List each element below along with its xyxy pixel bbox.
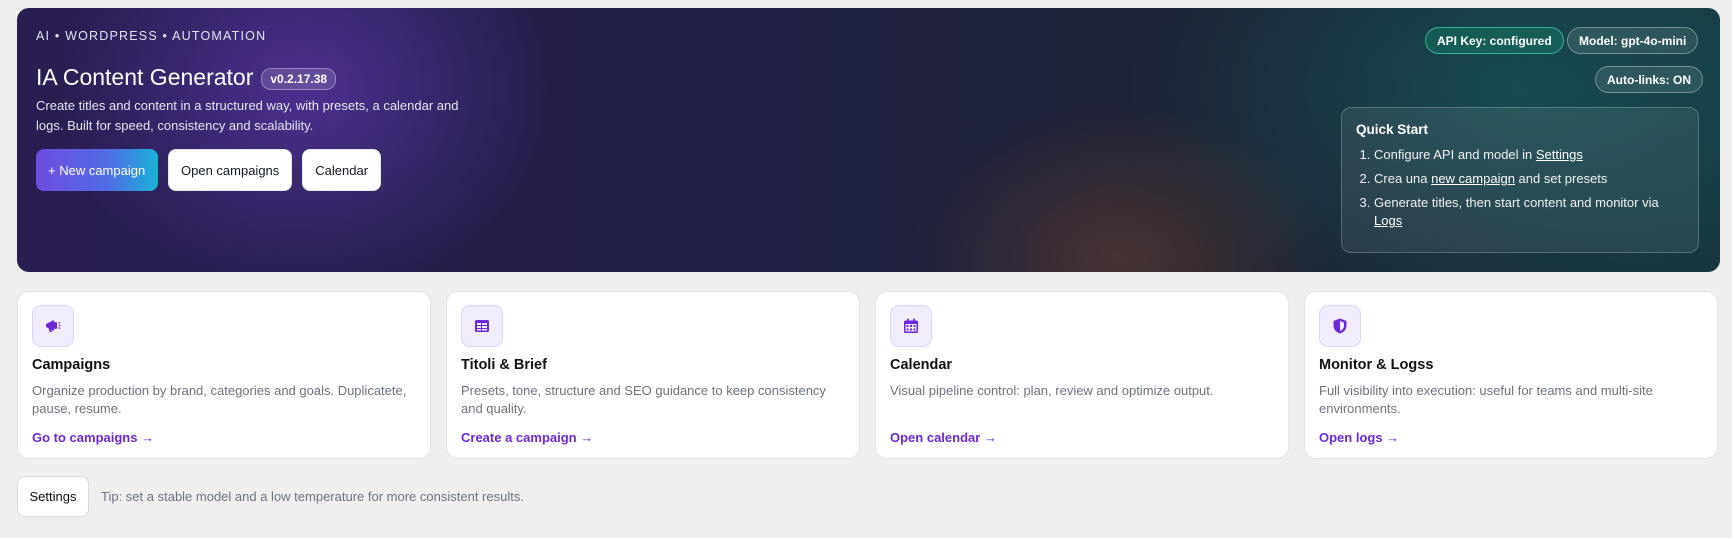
card-description: Presets, tone, structure and SEO guidanc…	[461, 383, 826, 416]
quick-start-step: Generate titles, then start content and …	[1374, 194, 1684, 230]
open-calendar-link[interactable]: Open calendar →	[890, 430, 997, 445]
quick-start-step: Crea una new campaign and set presets	[1374, 170, 1684, 188]
hero-title-row: IA Content Generator v0.2.17.38	[36, 64, 337, 91]
titles-brief-card: Titoli & Brief Presets, tone, structure …	[446, 291, 860, 459]
api-key-status-badge: API Key: configured	[1425, 27, 1564, 54]
card-description: Visual pipeline control: plan, review an…	[890, 383, 1214, 398]
quick-start-steps: Configure API and model in Settings Crea…	[1356, 146, 1684, 230]
hero-eyebrow: AI • WORDPRESS • AUTOMATION	[36, 29, 267, 43]
megaphone-icon	[32, 305, 74, 347]
card-title: Calendar	[890, 357, 953, 373]
version-badge: v0.2.17.38	[261, 68, 337, 90]
hero-description: Create titles and content in a structure…	[36, 98, 459, 133]
settings-link[interactable]: Settings	[1536, 147, 1583, 162]
card-title: Campaigns	[32, 357, 111, 373]
settings-button[interactable]: Settings	[17, 476, 89, 517]
new-campaign-link[interactable]: new campaign	[1431, 171, 1515, 186]
step-text: Generate titles, then start content and …	[1374, 195, 1659, 210]
card-title: Monitor & Logss	[1319, 357, 1434, 373]
campaigns-card: Campaigns Organize production by brand, …	[17, 291, 431, 459]
hero-banner: AI • WORDPRESS • AUTOMATION IA Content G…	[17, 8, 1720, 272]
logs-link[interactable]: Logs	[1374, 213, 1402, 228]
calendar-card: Calendar Visual pipeline control: plan, …	[875, 291, 1289, 459]
card-description: Full visibility into execution: useful f…	[1319, 383, 1653, 416]
open-logs-link[interactable]: Open logs →	[1319, 430, 1399, 445]
step-text: Crea una	[1374, 171, 1432, 186]
tip-text: Tip: set a stable model and a low temper…	[101, 489, 524, 504]
card-description: Organize production by brand, categories…	[32, 383, 407, 416]
quick-start-step: Configure API and model in Settings	[1374, 146, 1684, 164]
open-campaigns-button[interactable]: Open campaigns	[168, 149, 293, 191]
model-status-badge: Model: gpt-4o-mini	[1567, 27, 1699, 54]
hero-actions: + New campaign Open campaigns Calendar	[36, 149, 382, 191]
monitor-logs-card: Monitor & Logss Full visibility into exe…	[1304, 291, 1718, 459]
calendar-button[interactable]: Calendar	[302, 149, 382, 191]
table-icon	[461, 305, 503, 347]
go-to-campaigns-link[interactable]: Go to campaigns →	[32, 430, 154, 445]
autolinks-status-badge: Auto-links: ON	[1595, 66, 1703, 93]
quick-start-title: Quick Start	[1356, 122, 1429, 137]
shield-icon	[1319, 305, 1361, 347]
page-title: IA Content Generator	[36, 64, 254, 90]
quick-start-panel: Quick Start Configure API and model in S…	[1341, 107, 1699, 253]
step-text: and set presets	[1514, 171, 1608, 186]
card-title: Titoli & Brief	[461, 357, 547, 373]
new-campaign-button[interactable]: + New campaign	[36, 149, 158, 191]
create-campaign-link[interactable]: Create a campaign →	[461, 430, 593, 445]
calendar-icon	[890, 305, 932, 347]
step-text: Configure API and model in	[1374, 147, 1536, 162]
